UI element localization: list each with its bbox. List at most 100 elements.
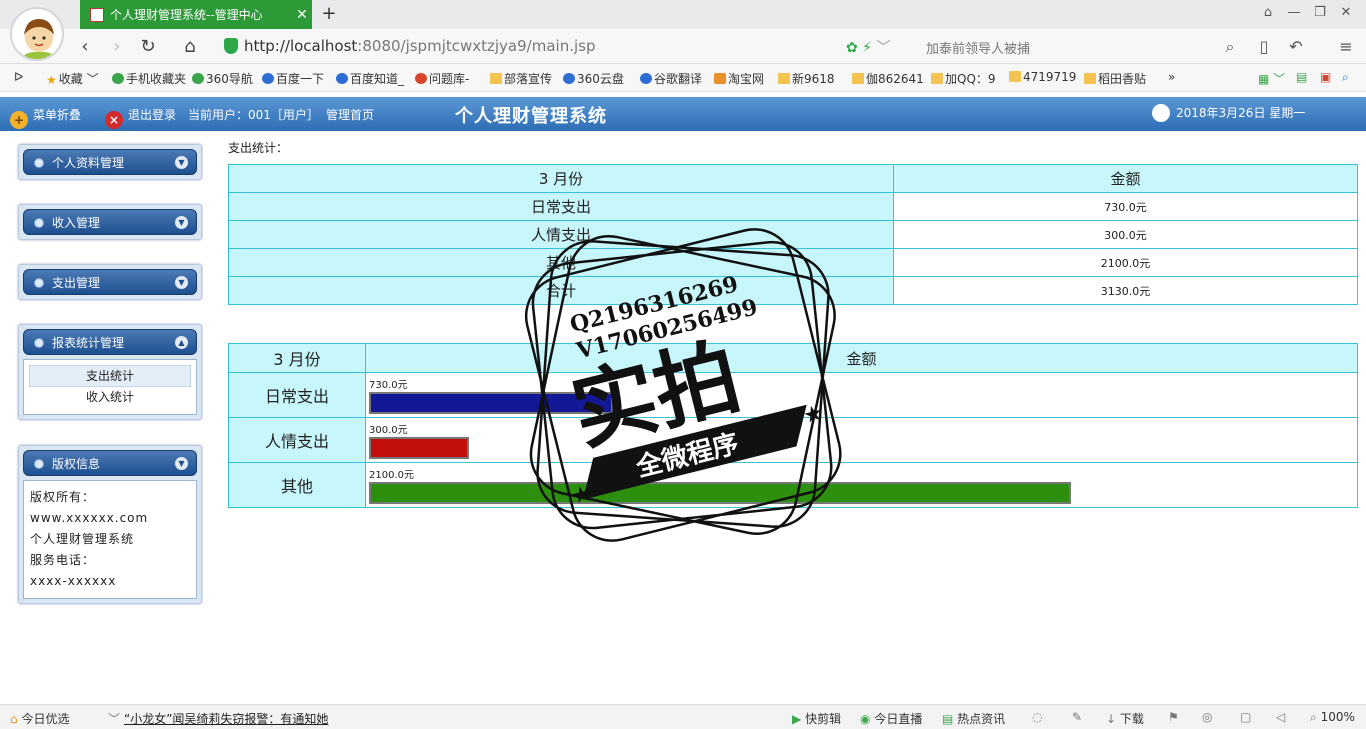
download-button[interactable]: ↓ 下载 <box>1106 710 1144 727</box>
reader-icon[interactable]: ▤ <box>1296 70 1307 84</box>
back-icon[interactable]: ‹ <box>74 36 96 58</box>
maximize-button[interactable]: ❐ <box>1310 5 1330 20</box>
browser-nav-bar: ‹ › ↻ ⌂ http://localhost:8080/jspmjtcwxt… <box>0 29 1366 64</box>
submenu-income-stats[interactable]: 收入统计 <box>29 387 191 409</box>
bookmark-item[interactable]: 加QQ：9 <box>931 70 996 87</box>
forward-icon[interactable]: › <box>106 36 128 58</box>
menu-head-expense[interactable]: 支出管理 ▼ <box>23 269 197 295</box>
copyright-system-name: 个人理财管理系统 <box>30 532 135 546</box>
submenu-expense-stats[interactable]: 支出统计 <box>29 365 191 387</box>
zoom-tool-icon[interactable]: ⌕ <box>1342 70 1349 85</box>
bookmark-item[interactable]: ★ 收藏 ﹀ <box>46 70 99 87</box>
window-icon[interactable]: ▢ <box>1240 710 1251 724</box>
bookmark-item[interactable]: 百度知道_ <box>336 70 404 87</box>
menu-head-reports[interactable]: 报表统计管理 ▲ <box>23 329 197 355</box>
home-icon[interactable]: ⌂ <box>179 36 201 58</box>
reload-icon[interactable]: ↻ <box>137 36 159 58</box>
browser-icon[interactable]: ◎ <box>1202 710 1212 724</box>
amount-cell: 3130.0元 <box>893 276 1358 305</box>
bookmark-item[interactable]: 百度一下 <box>262 70 324 87</box>
bookmark-item[interactable]: 伽862641 <box>852 70 924 87</box>
bookmark-item[interactable]: 4719719 <box>1009 70 1076 84</box>
bookmark-item[interactable]: 问题库- <box>415 70 469 87</box>
speed-icon[interactable]: ✿ ⚡ ﹀ <box>846 37 890 57</box>
tab-close-icon[interactable]: ✕ <box>292 7 312 23</box>
bullet-icon <box>34 158 44 168</box>
chevron-down-icon: ▼ <box>175 156 188 169</box>
skin-icon[interactable]: ⌂ <box>1258 5 1278 20</box>
menu-reports: 报表统计管理 ▲ 支出统计 收入统计 <box>18 324 202 420</box>
app-title: 个人理财管理系统 <box>455 106 607 127</box>
bookmark-item[interactable]: 手机收藏夹 <box>112 70 186 87</box>
menu-head-personal-info[interactable]: 个人资料管理 ▼ <box>23 149 197 175</box>
column-header-amount: 金额 <box>365 343 1358 373</box>
bar-cell: 730.0元 <box>365 372 1358 418</box>
menu-icon[interactable]: ≡ <box>1336 37 1356 56</box>
live-button[interactable]: ◉ 今日直播 <box>860 710 922 727</box>
search-input[interactable]: 加泰前领导人被捕 <box>926 38 1030 57</box>
browser-tab[interactable]: 个人理财管理系统--管理中心 ✕ <box>80 0 312 29</box>
logout-icon: × <box>105 111 123 129</box>
url-host: http://localhost <box>244 37 358 55</box>
bookmarks-toggle-icon[interactable]: ᐅ <box>14 70 23 84</box>
address-bar[interactable]: http://localhost:8080/jspmjtcwxtzjya9/ma… <box>244 37 595 55</box>
menu-head-copyright[interactable]: 版权信息 ▼ <box>23 450 197 476</box>
category-cell: 合计 <box>228 276 894 305</box>
menu-income: 收入管理 ▼ <box>18 204 202 240</box>
admin-home-link[interactable]: 管理首页 <box>326 106 374 123</box>
copyright-line: 版权所有： <box>30 490 96 504</box>
news-ticker-link[interactable]: “小龙女”闻吴绮莉失窃报警：有通知她 <box>124 710 328 727</box>
chevron-up-icon: ▲ <box>175 336 188 349</box>
quick-clip-button[interactable]: ▶ 快剪辑 <box>792 710 841 727</box>
pin-icon[interactable]: ✎ <box>1072 710 1082 724</box>
more-bookmarks-icon[interactable]: » <box>1168 70 1175 84</box>
speed-ball-icon[interactable]: ◌ <box>1032 710 1042 724</box>
bar-cell: 2100.0元 <box>365 462 1358 508</box>
mobile-icon[interactable]: ▯ <box>1254 37 1274 56</box>
bookmark-item[interactable]: 谷歌翻译 <box>640 70 702 87</box>
bookmark-item[interactable]: 部落宣传 <box>490 70 552 87</box>
category-cell: 人情支出 <box>228 417 366 463</box>
copyright-phone-label: 服务电话： <box>30 553 96 567</box>
user-avatar[interactable] <box>10 7 64 61</box>
close-window-button[interactable]: ✕ <box>1336 5 1356 20</box>
gift-icon: ⌂ <box>10 712 18 726</box>
column-header-month: 3 月份 <box>228 343 366 373</box>
table-row: 其他 2100.0元 <box>228 248 1358 277</box>
new-tab-button[interactable]: + <box>318 3 340 25</box>
bookmark-item[interactable]: 稻田香贴 <box>1084 70 1146 87</box>
calendar-icon[interactable]: ▣ <box>1320 70 1331 84</box>
category-cell: 日常支出 <box>228 192 894 221</box>
today-picks[interactable]: ⌂ 今日优选 <box>10 710 69 727</box>
amount-cell: 2100.0元 <box>893 248 1358 277</box>
zoom-level[interactable]: ⌕ 100% <box>1310 710 1355 725</box>
bookmark-item[interactable]: 淘宝网 <box>714 70 764 87</box>
chevron-down-icon[interactable]: ﹀ <box>108 710 120 727</box>
column-header-amount: 金额 <box>893 164 1358 193</box>
apps-icon[interactable]: ▦ ﹀ <box>1258 70 1285 87</box>
collapse-menu-button[interactable]: + 菜单折叠 <box>10 106 81 129</box>
hot-news-button[interactable]: ▤ 热点资讯 <box>942 710 1005 727</box>
app-header: + 菜单折叠 × 退出登录 当前用户：001［用户］ 管理首页 个人理财管理系统 2… <box>0 97 1366 131</box>
undo-icon[interactable]: ↶ <box>1286 37 1306 56</box>
search-icon[interactable]: ⌕ <box>1220 37 1240 57</box>
bar-fill <box>369 482 1071 504</box>
table-row: 人情支出 300.0元 <box>228 220 1358 249</box>
bookmark-item[interactable]: 360云盘 <box>563 70 624 87</box>
menu-head-income[interactable]: 收入管理 ▼ <box>23 209 197 235</box>
plus-icon: + <box>10 111 28 129</box>
bookmark-item[interactable]: 新9618 <box>778 70 835 87</box>
expense-bar-table: 3 月份 金额 日常支出 730.0元 人情支出 300.0元 其他 2100.… <box>228 343 1358 508</box>
chevron-down-icon: ▼ <box>175 216 188 229</box>
bookmark-item[interactable]: 360导航 <box>192 70 253 87</box>
minimize-button[interactable]: — <box>1284 5 1304 20</box>
logout-button[interactable]: × 退出登录 <box>105 106 176 129</box>
tab-title: 个人理财管理系统--管理中心 <box>110 8 263 22</box>
bullet-icon <box>34 459 44 469</box>
column-header-month: 3 月份 <box>228 164 894 193</box>
flag-icon[interactable]: ⚑ <box>1168 710 1179 724</box>
chevron-down-icon: ▼ <box>175 457 188 470</box>
url-path: :8080/jspmjtcwxtzjya9/main.jsp <box>357 37 596 55</box>
menu-expense: 支出管理 ▼ <box>18 264 202 300</box>
volume-icon[interactable]: ◁ <box>1276 710 1285 724</box>
